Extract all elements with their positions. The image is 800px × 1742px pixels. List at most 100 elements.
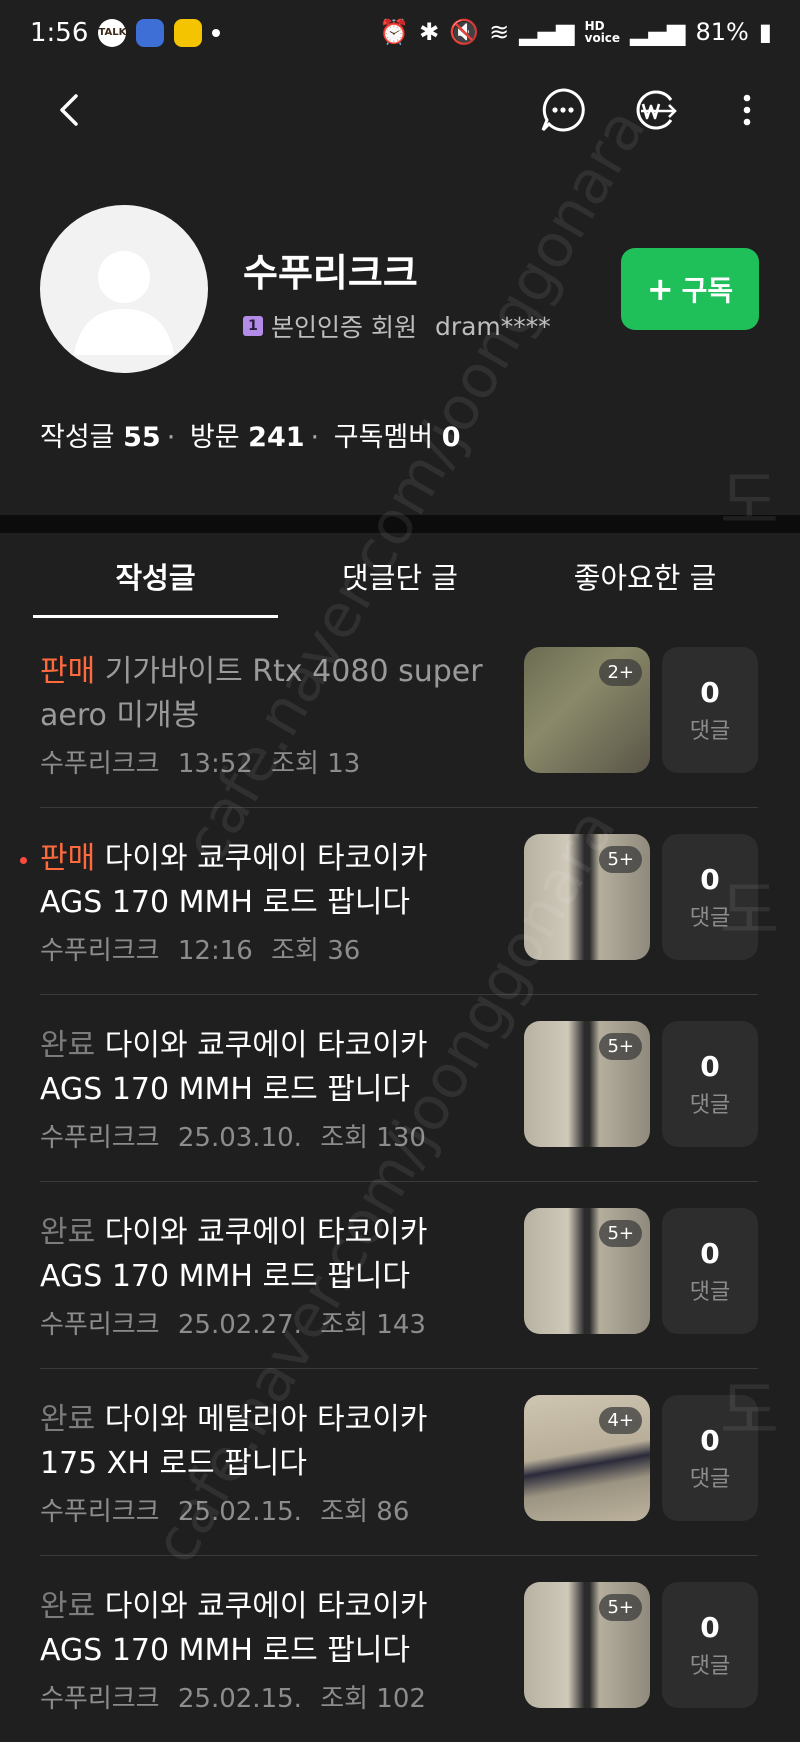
views-label: 조회 [320, 1123, 369, 1153]
app-notification-icon [136, 19, 165, 47]
tab-liked-posts[interactable]: 좋아요한 글 [540, 533, 750, 619]
post-thumbnail[interactable]: 5+ [524, 1021, 650, 1147]
bank-notification-icon [174, 19, 203, 47]
views-count: 102 [376, 1684, 426, 1714]
post-row[interactable]: 완료 다이와 쿄쿠에이 타코이카 AGS 170 MMH 로드 팝니다 수푸리크… [0, 994, 800, 1181]
battery-percent: 81% [695, 18, 749, 46]
post-status-tag: 판매 [40, 841, 96, 876]
comment-count-box[interactable]: 0 댓글 [662, 1208, 758, 1334]
post-status-tag: 완료 [40, 1589, 96, 1624]
comment-count-box[interactable]: 0 댓글 [662, 1395, 758, 1521]
post-row[interactable]: 판매 다이와 쿄쿠에이 타코이카 AGS 170 MMH 로드 팝니다 수푸리크… [0, 807, 800, 994]
post-date: 12:16 [177, 936, 253, 966]
comment-label: 댓글 [689, 1466, 731, 1492]
active-tab-indicator [33, 615, 278, 618]
post-title[interactable]: 완료 다이와 쿄쿠에이 타코이카 AGS 170 MMH 로드 팝니다 [40, 1024, 490, 1112]
section-divider [0, 515, 800, 533]
pay-won-icon [636, 90, 677, 130]
image-count-badge: 5+ [599, 846, 642, 873]
post-title-text: 다이와 쿄쿠에이 타코이카 AGS 170 MMH 로드 팝니다 [40, 1215, 428, 1294]
plus-icon: + [646, 270, 674, 308]
mute-icon: 🔇 [449, 18, 480, 46]
back-button[interactable] [44, 80, 94, 140]
post-title[interactable]: 완료 다이와 메탈리아 타코이카 175 XH 로드 팝니다 [40, 1398, 490, 1486]
tab-commented-posts[interactable]: 댓글단 글 [320, 533, 480, 619]
comment-label: 댓글 [689, 905, 731, 931]
post-title[interactable]: 완료 다이와 쿄쿠에이 타코이카 AGS 170 MMH 로드 팝니다 [40, 1211, 490, 1299]
new-post-dot [20, 857, 27, 864]
post-status-tag: 완료 [40, 1215, 96, 1250]
post-row[interactable]: 완료 다이와 메탈리아 타코이카 175 XH 로드 팝니다 수푸리크크 25.… [0, 1368, 800, 1555]
post-thumbnail[interactable]: 4+ [524, 1395, 650, 1521]
post-row[interactable]: 판매 기가바이트 Rtx 4080 super aero 미개봉 수푸리크크 1… [0, 620, 800, 807]
comment-count-box[interactable]: 0 댓글 [662, 1021, 758, 1147]
post-meta: 수푸리크크 25.02.15. 조회 86 [40, 1491, 409, 1528]
comment-label: 댓글 [689, 1653, 731, 1679]
post-date: 25.03.10. [177, 1123, 302, 1153]
alarm-icon: ⏰ [379, 18, 410, 46]
post-title[interactable]: 판매 다이와 쿄쿠에이 타코이카 AGS 170 MMH 로드 팝니다 [40, 837, 490, 925]
tab-my-posts[interactable]: 작성글 [33, 533, 278, 619]
post-thumbnail[interactable]: 5+ [524, 1208, 650, 1334]
post-thumbnail[interactable]: 5+ [524, 1582, 650, 1708]
post-date: 25.02.15. [177, 1497, 302, 1527]
posts-count: 55 [123, 422, 161, 453]
chat-bubble-icon [541, 88, 585, 132]
post-row[interactable]: 완료 다이와 쿄쿠에이 타코이카 AGS 170 MMH 로드 팝니다 수푸리크… [0, 1555, 800, 1742]
tab-bar: 작성글 댓글단 글 좋아요한 글 [0, 533, 800, 619]
signal-icon: ▂▄▆ [519, 18, 575, 46]
avatar[interactable] [40, 205, 208, 373]
signal-icon-2: ▂▄▆ [630, 18, 686, 46]
more-notifications-dot [212, 29, 221, 37]
comment-label: 댓글 [689, 1092, 731, 1118]
post-title-text: 다이와 쿄쿠에이 타코이카 AGS 170 MMH 로드 팝니다 [40, 1028, 428, 1107]
profile-section: 수푸리크크 1 본인인증 회원 dram**** + 구독 [40, 200, 760, 380]
status-bar: 1:56 TALK ⏰ ✱ 🔇 ≋ ▂▄▆ HD voice ▂▄▆ 81% ▮ [0, 0, 800, 72]
views-label: 조회 [320, 1684, 369, 1714]
views-count: 143 [376, 1310, 426, 1340]
post-date: 25.02.15. [177, 1684, 302, 1714]
voice-label: voice [584, 31, 621, 45]
stats-separator: · [166, 422, 176, 453]
member-info: 1 본인인증 회원 dram**** [243, 308, 551, 344]
hd-voice-icon: HD voice [585, 20, 620, 44]
post-title[interactable]: 판매 기가바이트 Rtx 4080 super aero 미개봉 [40, 650, 490, 738]
chat-button[interactable] [538, 80, 588, 140]
views-count: 13 [327, 749, 361, 779]
views-label: 조회 [271, 936, 319, 966]
post-thumbnail[interactable]: 5+ [524, 834, 650, 960]
chevron-left-icon [60, 94, 78, 126]
views-label: 조회 [320, 1310, 369, 1340]
member-level-badge: 1 [243, 316, 263, 336]
battery-icon: ▮ [758, 18, 772, 46]
comment-count: 0 [700, 675, 720, 709]
subscribe-button[interactable]: + 구독 [621, 248, 759, 330]
post-author: 수푸리크크 [40, 1497, 160, 1527]
top-navigation [0, 80, 800, 140]
stats-separator: · [310, 422, 320, 453]
more-options-button[interactable] [722, 80, 772, 140]
post-title[interactable]: 완료 다이와 쿄쿠에이 타코이카 AGS 170 MMH 로드 팝니다 [40, 1585, 490, 1673]
members-label: 구독멤버 [333, 422, 434, 453]
post-row[interactable]: 완료 다이와 쿄쿠에이 타코이카 AGS 170 MMH 로드 팝니다 수푸리크… [0, 1181, 800, 1368]
post-author: 수푸리크크 [40, 749, 160, 779]
status-time: 1:56 [30, 18, 89, 48]
post-author: 수푸리크크 [40, 1310, 160, 1340]
status-left: 1:56 TALK [30, 18, 221, 48]
vertical-dots-icon [743, 94, 751, 126]
comment-count-box[interactable]: 0 댓글 [662, 1582, 758, 1708]
comment-count-box[interactable]: 0 댓글 [662, 834, 758, 960]
bluetooth-icon: ✱ [419, 18, 440, 46]
kakaotalk-icon: TALK [98, 19, 127, 47]
members-count: 0 [441, 422, 461, 453]
naverpay-button[interactable] [630, 80, 680, 140]
member-status: 본인인증 회원 [271, 313, 417, 342]
comment-count-box[interactable]: 0 댓글 [662, 647, 758, 773]
views-label: 조회 [271, 749, 319, 779]
comment-label: 댓글 [689, 1279, 731, 1305]
post-meta: 수푸리크크 13:52 조회 13 [40, 743, 360, 780]
post-thumbnail[interactable]: 2+ [524, 647, 650, 773]
image-count-badge: 5+ [599, 1033, 642, 1060]
post-status-tag: 완료 [40, 1028, 96, 1063]
views-count: 86 [376, 1497, 410, 1527]
